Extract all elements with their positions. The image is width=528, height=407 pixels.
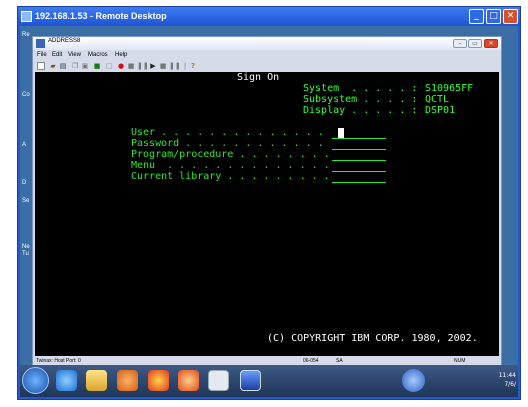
new-session-icon[interactable] [37,62,45,70]
toolbar: ▰ ▤ ❐ ▣ ■ □ ● ■ ❚❚ ▶ ■ ❚❚ | ? [33,61,501,72]
emulator-minimize-button[interactable]: – [453,39,467,48]
firefox-icon[interactable] [178,370,199,391]
clock-time: 11:44 [498,372,516,379]
emulator-titlebar[interactable]: ADDRESS8 – ▭ ✕ [33,37,501,50]
taskbar: 11:44 7/6/ [20,365,518,397]
copy-icon[interactable]: ❐ [71,62,79,70]
stop-playback-icon[interactable]: ■ [159,62,167,70]
menu-file[interactable]: File [37,52,47,58]
subsystem-value: QCTL [425,94,450,105]
status-bar: Twinax: Host Port: 0 06-054 SA NUM [33,356,501,365]
internet-explorer-icon[interactable] [56,370,77,391]
desktop-icon-label[interactable]: D [22,180,26,186]
menu-label: Menu . . . . . . . . . . . . . . [131,160,330,171]
remote-desktop-area: Re Co A D Se Ne Tu ADDRESS8 – ▭ ✕ File E… [20,26,518,397]
rdp-titlebar[interactable]: 192.168.1.53 - Remote Desktop _ □ ✕ [18,7,520,26]
maximize-button[interactable]: □ [486,9,501,24]
menu-macros[interactable]: Macros [88,52,108,58]
desktop-icon-label[interactable]: A [22,142,26,148]
chrome-icon[interactable] [148,370,169,391]
user-label: User . . . . . . . . . . . . . . [131,127,324,138]
terminal-app-icon[interactable] [208,370,229,391]
remote-desktop-icon [21,11,32,22]
play-icon[interactable]: ▶ [149,62,157,70]
stop-icon[interactable]: ■ [127,62,135,70]
connect-icon[interactable]: ■ [93,62,101,70]
print-icon[interactable]: ▤ [59,62,67,70]
terminal-screen[interactable]: Sign On System . . . . . : S10965FF Subs… [35,72,499,358]
record-icon[interactable]: ● [117,62,125,70]
help-icon[interactable]: ? [189,62,197,70]
desktop-icon-label[interactable]: Re [22,32,30,38]
media-player-icon[interactable] [117,370,138,391]
system-value: S10965FF [425,83,474,94]
menu-bar: File Edit View Macros Help [33,50,501,61]
emulator-app-icon [36,39,45,48]
desktop-icon-label[interactable]: Se [22,198,29,204]
remote-desktop-taskbar-icon[interactable] [240,370,261,391]
emulator-title: ADDRESS8 [48,38,81,44]
signon-heading: Sign On [237,72,280,83]
cursor-position: 06-054 [303,358,319,364]
program-procedure-field[interactable] [332,160,386,161]
subsystem-label: Subsystem . . . . : [303,94,418,105]
minimize-button[interactable]: _ [469,9,484,24]
emulator-window: ADDRESS8 – ▭ ✕ File Edit View Macros Hel… [32,36,502,366]
pause-icon[interactable]: ❚❚ [137,62,149,70]
remote-desktop-window: 192.168.1.53 - Remote Desktop _ □ ✕ Re C… [17,6,521,400]
session-mode: SA [336,358,343,364]
system-tray: 11:44 7/6/ [398,365,518,397]
paste-icon[interactable]: ▣ [81,62,89,70]
current-library-label: Current library . . . . . . . . . [131,171,330,182]
pause-playback-icon[interactable]: ❚❚ [169,62,181,70]
close-button[interactable]: ✕ [503,9,518,24]
menu-field[interactable] [332,171,386,172]
open-folder-icon[interactable]: ▰ [49,62,57,70]
copyright-notice: (C) COPYRIGHT IBM CORP. 1980, 2002. [267,333,478,344]
disconnect-icon[interactable]: □ [105,62,113,70]
file-explorer-icon[interactable] [86,370,107,391]
rdp-title: 192.168.1.53 - Remote Desktop [35,11,167,21]
program-procedure-label: Program/procedure . . . . . . . . [131,149,330,160]
start-button[interactable] [22,367,49,394]
password-label: Password . . . . . . . . . . . . [131,138,324,149]
system-label: System . . . . . : [303,83,418,94]
password-field[interactable] [332,149,386,150]
host-port-status: Twinax: Host Port: 0 [36,358,81,364]
emulator-restore-button[interactable]: ▭ [468,39,482,48]
num-lock-indicator: NUM [454,358,466,364]
menu-edit[interactable]: Edit [52,52,62,58]
desktop-icon-label[interactable]: Ne [22,244,30,250]
menu-view[interactable]: View [68,52,81,58]
network-notification-icon[interactable] [402,369,425,392]
clock[interactable]: 11:44 7/6/ [499,371,516,389]
display-value: DSP01 [425,105,456,116]
separator-icon: | [183,62,187,70]
desktop-icon-label[interactable]: Tu [22,251,29,257]
user-field[interactable] [332,138,386,139]
clock-date: 7/6/ [504,381,516,388]
desktop-icon-label[interactable]: Co [22,92,30,98]
menu-help[interactable]: Help [115,52,127,58]
display-label: Display . . . . . : [303,105,418,116]
emulator-close-button[interactable]: ✕ [484,39,498,48]
current-library-field[interactable] [332,182,386,183]
text-cursor [338,128,344,138]
